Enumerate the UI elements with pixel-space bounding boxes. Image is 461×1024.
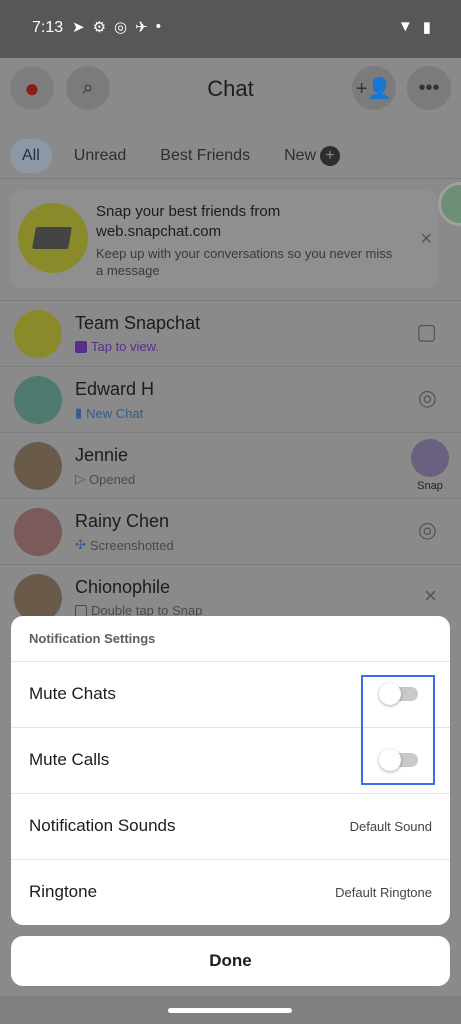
floating-chat-bubble[interactable] [438,182,461,226]
chat-name: Rainy Chen [75,511,170,531]
sheet-title: Notification Settings [11,616,450,662]
status-time: 7:13 [32,19,64,36]
chat-row[interactable]: Team Snapchat Tap to view. ▢ [0,300,461,366]
chat-status: ✣ Screenshotted [75,537,174,553]
camera-icon[interactable]: ◎ [418,517,437,543]
filter-unread[interactable]: Unread [62,139,138,173]
chat-name: Chionophile [75,577,171,597]
chat-status: ▮ New Chat [75,405,144,421]
ringtone-row[interactable]: Ringtone Default Ringtone [11,860,450,925]
screenshot-icon: ✣ [75,537,86,552]
camera-icon[interactable]: ◎ [418,385,437,411]
promo-title: Snap your best friends from web.snapchat… [96,203,281,240]
chat-row[interactable]: Rainy Chen ✣ Screenshotted ◎ [0,498,461,564]
snap-thumbnail[interactable]: Snap [411,439,449,492]
laptop-icon [18,203,88,273]
system-nav-bar [0,996,461,1024]
telegram-icon: ✈ [135,19,148,36]
checkbox-icon [75,604,87,617]
chionophile-avatar [14,574,62,622]
notification-sounds-value: Default Sound [349,819,432,834]
toggle-knob [379,683,401,705]
mute-calls-toggle[interactable] [379,749,418,771]
chat-name: Edward H [75,379,155,399]
wifi-icon: ▼ [397,18,413,35]
team-snapchat-avatar [14,310,62,358]
ringtone-value: Default Ringtone [335,885,432,900]
plus-icon: + [320,146,341,166]
mute-chats-label: Mute Chats [29,684,116,703]
status-icons-left: ➤ ⚙ ◎ ✈ • [72,18,161,36]
notification-settings-sheet: Notification Settings Mute Chats Mute Ca… [11,616,450,925]
snap-preview-icon [411,439,449,477]
chat-status: Tap to view. [75,339,159,354]
mute-calls-label: Mute Calls [29,750,110,769]
send-icon: ➤ [72,19,85,36]
chat-row[interactable]: Jennie ▷ Opened Snap [0,432,461,498]
filter-new[interactable]: New + [272,138,352,174]
notification-sounds-row[interactable]: Notification Sounds Default Sound [11,794,450,860]
divider [0,178,461,179]
chat-name: Jennie [75,445,129,465]
chat-name: Team Snapchat [75,313,201,333]
chat-filters: All Unread Best Friends New + [10,138,352,174]
more-button[interactable]: ••• [407,66,451,110]
gear-icon: ⚙ [92,19,107,36]
home-gesture-pill[interactable] [168,1008,292,1013]
chat-row[interactable]: Edward H ▮ New Chat ◎ [0,366,461,432]
edward-avatar [14,376,62,424]
mute-chats-toggle[interactable] [379,683,418,705]
status-bar: 7:13 ➤ ⚙ ◎ ✈ • ▼ ▮ [0,0,461,58]
filter-new-label: New [284,147,317,164]
ringtone-label: Ringtone [29,882,98,901]
web-promo-card[interactable]: Snap your best friends from web.snapchat… [10,190,438,288]
add-friend-button[interactable]: +👤 [352,66,396,110]
chat-bubble-icon[interactable]: ▢ [416,319,437,345]
filter-best-friends[interactable]: Best Friends [148,139,262,173]
more-icon: ••• [418,76,440,99]
opened-arrow-icon: ▷ [75,471,85,486]
purple-square-icon [75,340,87,353]
dismiss-icon[interactable]: × [424,583,437,609]
jennie-avatar [14,442,62,490]
toggle-knob [379,749,401,771]
blue-chat-icon: ▮ [75,405,83,420]
add-friend-icon: +👤 [355,77,393,100]
lifebuoy-icon: ◎ [114,19,128,36]
done-button[interactable]: Done [11,936,450,986]
notification-sounds-label: Notification Sounds [29,816,176,835]
chat-header: ● ⌕ Chat +👤 ••• [0,58,461,122]
mute-calls-row[interactable]: Mute Calls [11,728,450,794]
status-icons-right: ▼ ▮ [398,18,431,36]
battery-icon: ▮ [422,19,431,36]
close-icon[interactable]: × [420,228,432,251]
chat-status: ▷ Opened [75,471,136,487]
promo-subtitle: Keep up with your conversations so you n… [96,246,393,278]
filter-all[interactable]: All [10,139,52,173]
status-dot: • [155,18,161,35]
rainy-avatar [14,508,62,556]
mute-chats-row[interactable]: Mute Chats [11,662,450,728]
